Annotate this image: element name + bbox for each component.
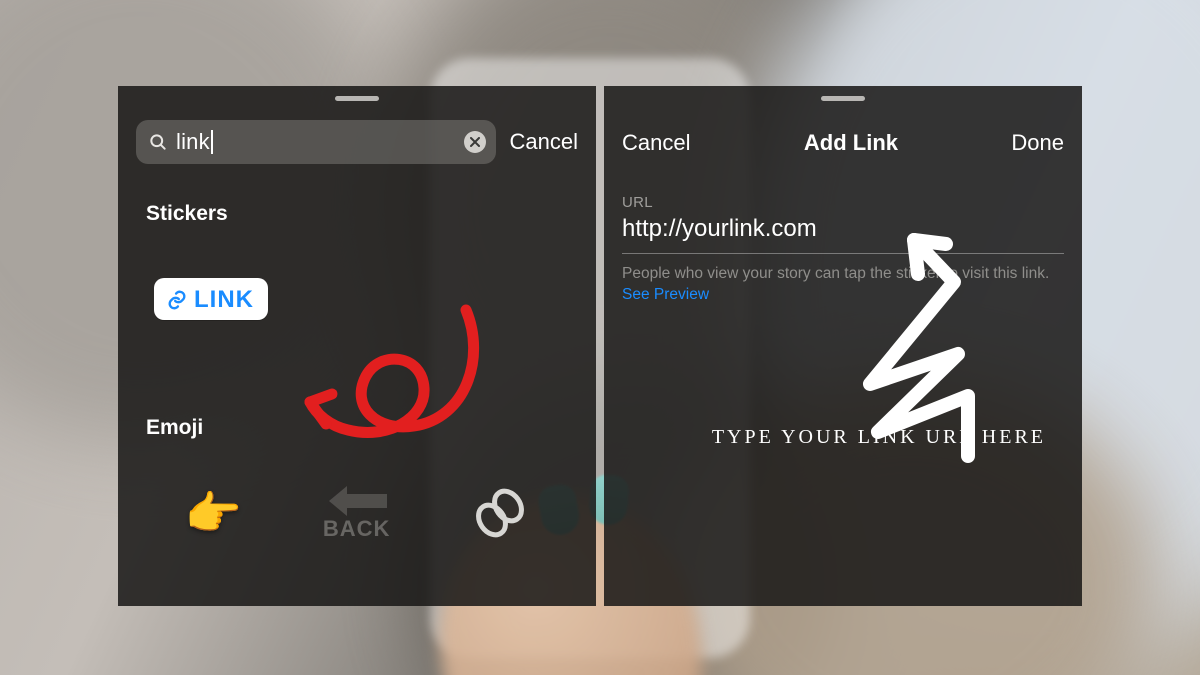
sheet-grabber-icon[interactable] xyxy=(821,96,865,101)
search-input[interactable]: link xyxy=(136,120,496,164)
text-caret-icon xyxy=(211,130,213,154)
page-title: Add Link xyxy=(804,130,898,156)
emoji-chain-link[interactable] xyxy=(471,484,529,542)
annotation-text: TYPE YOUR LINK URL HERE xyxy=(712,426,1046,449)
cancel-button[interactable]: Cancel xyxy=(510,129,578,155)
search-row: link Cancel xyxy=(136,120,578,164)
annotation-red-arrow-icon xyxy=(296,298,506,498)
sheet-grabber-icon[interactable] xyxy=(335,96,379,101)
link-sticker[interactable]: LINK xyxy=(154,278,268,320)
emoji-back[interactable]: BACK xyxy=(323,484,391,542)
stickers-heading: Stickers xyxy=(146,202,228,226)
link-sticker-label: LINK xyxy=(194,286,254,314)
url-helper-text: People who view your story can tap the s… xyxy=(622,264,1064,306)
sticker-search-panel: link Cancel Stickers LINK Emoji 👉 BAC xyxy=(118,86,596,606)
search-icon xyxy=(148,132,168,152)
emoji-pointing-right[interactable]: 👉 xyxy=(185,490,242,536)
back-arrow-icon xyxy=(327,484,387,518)
cancel-button[interactable]: Cancel xyxy=(622,130,690,156)
add-link-panel: Cancel Add Link Done URL http://yourlink… xyxy=(604,86,1082,606)
clear-search-button[interactable] xyxy=(464,131,486,153)
emoji-back-label: BACK xyxy=(323,516,391,542)
url-label: URL xyxy=(622,194,1064,211)
close-icon xyxy=(470,137,480,147)
see-preview-link[interactable]: See Preview xyxy=(622,286,709,303)
link-icon xyxy=(166,289,188,311)
url-section: URL http://yourlink.com People who view … xyxy=(622,194,1064,306)
search-value: link xyxy=(176,129,210,155)
add-link-topbar: Cancel Add Link Done xyxy=(622,130,1064,156)
url-input[interactable]: http://yourlink.com xyxy=(622,215,1064,254)
done-button[interactable]: Done xyxy=(1011,130,1064,156)
tutorial-stage: link Cancel Stickers LINK Emoji 👉 BAC xyxy=(0,0,1200,675)
emoji-heading: Emoji xyxy=(146,416,203,440)
emoji-row: 👉 BACK xyxy=(118,484,596,542)
